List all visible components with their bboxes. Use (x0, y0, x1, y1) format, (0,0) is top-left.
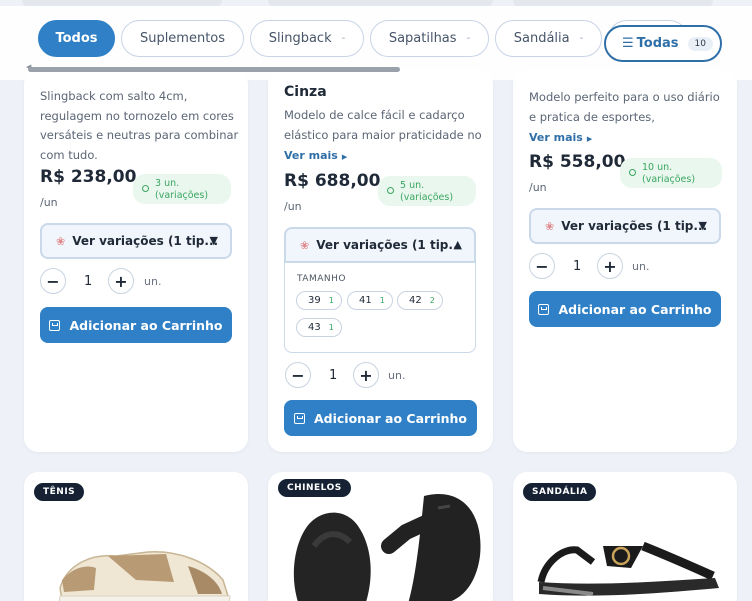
quantity-value: 1 (329, 368, 338, 383)
variations-dropdown: TAMANHO 39 1 41 1 42 2 43 1 (284, 263, 476, 353)
chevron-down-icon: ▼ (209, 234, 218, 247)
dropdown-caret-icon: - (341, 33, 346, 44)
variations-icon: ❀ (56, 234, 66, 248)
size-option[interactable]: 41 1 (347, 291, 393, 310)
stock-badge: 10 un. (variações) (620, 158, 722, 188)
decrease-quantity-button[interactable]: − (40, 268, 66, 294)
product-title: Cinza (284, 84, 327, 100)
size-option[interactable]: 42 2 (397, 291, 443, 310)
chevron-up-icon: ▲ (453, 238, 462, 251)
size-option[interactable]: 39 1 (296, 291, 342, 310)
increase-quantity-button[interactable]: + (353, 362, 379, 388)
decrease-quantity-button[interactable]: − (285, 362, 311, 388)
see-more-link[interactable]: Ver mais ▶ (529, 131, 592, 144)
quantity-unit: un. (388, 369, 406, 382)
stock-badge: 5 un. (variações) (378, 176, 476, 206)
product-price: R$ 238,00 (40, 167, 137, 187)
filter-chip-sapatilhas[interactable]: Sapatilhas - (370, 20, 489, 57)
price-unit: /un (529, 181, 547, 194)
quantity-unit: un. (632, 260, 650, 273)
see-more-link[interactable]: Ver mais ▶ (284, 149, 347, 162)
all-categories-button[interactable]: ☰ Todas 10 (604, 25, 722, 62)
product-card: Modelo perfeito para o uso diário e prat… (513, 70, 737, 452)
decrease-quantity-button[interactable]: − (529, 253, 555, 279)
category-count-badge: 10 (687, 36, 713, 51)
flip-flop-image (293, 494, 481, 601)
dropdown-caret-icon: - (579, 33, 584, 44)
product-card: Slingback com salto 4cm, regulagem no to… (24, 70, 248, 452)
view-variations-button[interactable]: ❀ Ver variações (1 tip... ▲ (284, 227, 476, 263)
product-card: Cinza Modelo de calce fácil e cadarço el… (268, 70, 493, 452)
cart-icon (293, 412, 305, 424)
quantity-unit: un. (144, 275, 162, 288)
quantity-value: 1 (573, 259, 582, 274)
stock-badge: 3 un. (variações) (133, 174, 231, 204)
add-to-cart-button[interactable]: Adicionar ao Carrinho (40, 307, 232, 343)
product-card[interactable]: CHINELOS (268, 472, 493, 601)
size-option[interactable]: 43 1 (296, 318, 342, 337)
cart-icon (538, 303, 550, 315)
view-variations-button[interactable]: ❀ Ver variações (1 tip... ▼ (529, 208, 721, 244)
filter-chip-todos[interactable]: Todos (38, 20, 115, 57)
category-badge: TÊNIS (34, 483, 85, 501)
filter-chip-slingback[interactable]: Slingback - (250, 20, 364, 57)
add-to-cart-button[interactable]: Adicionar ao Carrinho (529, 291, 721, 327)
add-to-cart-button[interactable]: Adicionar ao Carrinho (284, 400, 477, 436)
menu-icon: ☰ (622, 36, 634, 51)
product-card[interactable]: TÊNIS (24, 472, 248, 601)
product-price: R$ 558,00 (529, 152, 626, 172)
stock-icon (629, 169, 636, 176)
dropdown-caret-icon: - (466, 33, 471, 44)
stock-icon (387, 187, 394, 194)
category-badge: SANDÁLIA (523, 483, 597, 501)
stock-icon (142, 185, 149, 192)
sandal-image (537, 541, 719, 596)
price-unit: /un (284, 200, 302, 213)
price-unit: /un (40, 196, 58, 209)
chevron-down-icon: ▼ (698, 219, 707, 232)
product-card[interactable]: SANDÁLIA (513, 472, 737, 601)
quantity-value: 1 (84, 274, 93, 289)
increase-quantity-button[interactable]: + (597, 253, 623, 279)
product-description: Modelo de calce fácil e cadarço elástico… (284, 108, 482, 142)
variations-icon: ❀ (300, 238, 310, 252)
product-price: R$ 688,00 (284, 171, 381, 191)
variations-icon: ❀ (545, 219, 555, 233)
product-description: Slingback com salto 4cm, regulagem no to… (40, 89, 239, 162)
increase-quantity-button[interactable]: + (108, 268, 134, 294)
sneaker-image (58, 551, 231, 601)
cart-icon (49, 319, 61, 331)
product-description: Modelo perfeito para o uso diário e prat… (529, 90, 720, 124)
filter-chip-suplementos[interactable]: Suplementos (121, 20, 244, 57)
view-variations-button[interactable]: ❀ Ver variações (1 tip... ▼ (40, 223, 232, 259)
filter-chip-sandalia[interactable]: Sandália - (495, 20, 602, 57)
size-heading: TAMANHO (297, 274, 346, 284)
play-icon: ▶ (586, 135, 593, 143)
horizontal-scrollbar[interactable] (28, 67, 400, 72)
play-icon: ▶ (341, 153, 348, 161)
category-filter-bar: Todos Suplementos Slingback - Sapatilhas -… (0, 6, 752, 80)
